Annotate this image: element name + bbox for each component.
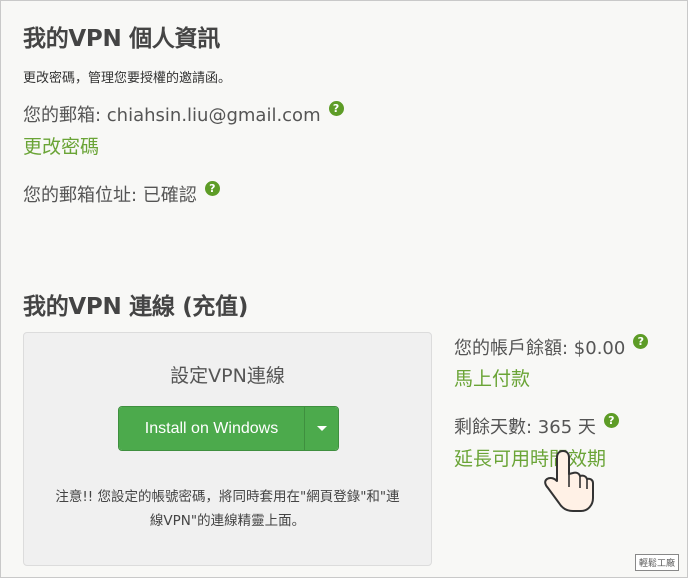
account-section-subtitle: 更改密碼，管理您要授權的邀請函。: [23, 71, 232, 86]
install-button-group: Install on Windows: [118, 406, 339, 451]
vpn-setup-panel: 設定VPN連線 Install on Windows 注意!! 您設定的帳號密碼…: [23, 332, 432, 566]
remaining-days-text: 剩餘天數: 365 天: [454, 417, 596, 438]
email-text: 您的郵箱: chiahsin.liu@gmail.com: [23, 105, 321, 126]
chevron-down-icon: [316, 426, 327, 431]
install-options-dropdown-button[interactable]: [304, 407, 338, 450]
setup-note: 注意!! 您設定的帳號密碼，將同時套用在"網頁登錄"和"連線VPN"的連線精靈上…: [55, 489, 400, 529]
help-icon[interactable]: ?: [603, 412, 619, 428]
email-status-row: 您的郵箱位址: 已確認 ?: [23, 180, 220, 207]
help-icon[interactable]: ?: [204, 180, 220, 196]
balance-row: 您的帳戶餘額: $0.00 ?: [454, 333, 649, 360]
email-status-text: 您的郵箱位址: 已確認: [23, 185, 197, 206]
help-icon[interactable]: ?: [328, 100, 344, 116]
help-icon[interactable]: ?: [633, 333, 649, 349]
setup-panel-title: 設定VPN連線: [170, 365, 285, 387]
install-on-windows-button[interactable]: Install on Windows: [119, 407, 304, 450]
watermark-logo: 輕鬆工廠: [634, 554, 679, 571]
email-row: 您的郵箱: chiahsin.liu@gmail.com ?: [23, 100, 344, 127]
account-section-title: 我的VPN 個人資訊: [23, 26, 220, 52]
remaining-days-row: 剩餘天數: 365 天 ?: [454, 412, 619, 439]
connection-section-title: 我的VPN 連線 (充值): [23, 294, 249, 320]
balance-text: 您的帳戶餘額: $0.00: [454, 338, 626, 359]
change-password-link[interactable]: 更改密碼: [23, 132, 99, 159]
pay-now-link[interactable]: 馬上付款: [454, 364, 530, 391]
page-frame: 我的VPN 個人資訊 更改密碼，管理您要授權的邀請函。 您的郵箱: chiahs…: [0, 0, 688, 578]
pointing-hand-icon: [544, 450, 594, 512]
